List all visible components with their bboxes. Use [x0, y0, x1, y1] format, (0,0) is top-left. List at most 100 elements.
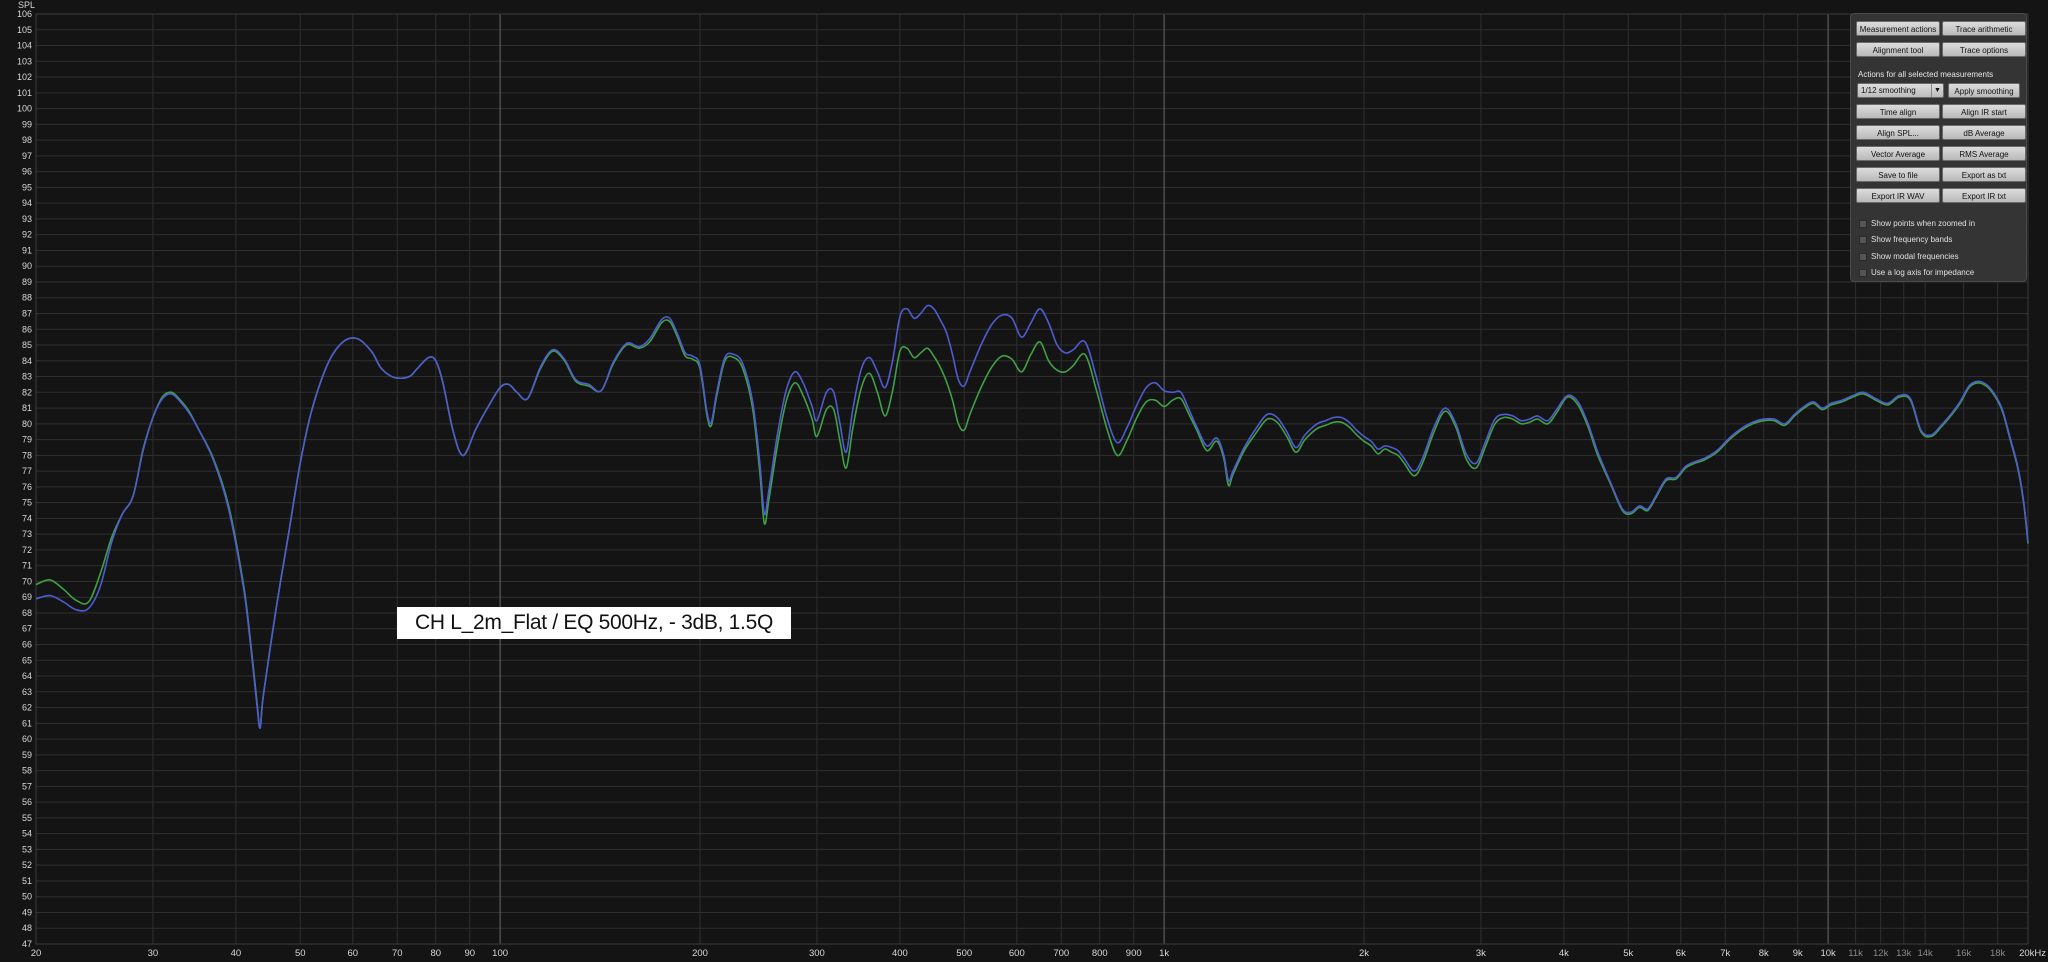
- y-tick-label: 48: [22, 923, 32, 933]
- x-tick-label: 11k: [1848, 948, 1863, 959]
- y-tick-label: 95: [22, 182, 32, 192]
- show-frequency-bands-label: Show frequency bands: [1871, 235, 1953, 244]
- x-tick-label: 600: [1009, 948, 1025, 959]
- export-as-txt-button[interactable]: Export as txt: [1942, 167, 2026, 182]
- y-axis-label: SPL: [18, 0, 35, 10]
- x-tick-label: 500: [956, 948, 972, 959]
- x-tick-label: 90: [464, 948, 475, 959]
- x-tick-label: 1k: [1159, 948, 1169, 959]
- x-tick-label: 18k: [1990, 948, 2006, 959]
- x-tick-label: 70: [392, 948, 403, 959]
- x-tick-label: 700: [1053, 948, 1069, 959]
- vector-average-button[interactable]: Vector Average: [1856, 146, 1940, 161]
- log-impedance-checkbox[interactable]: [1859, 269, 1867, 277]
- y-tick-label: 51: [22, 876, 32, 886]
- y-tick-label: 75: [22, 498, 32, 508]
- x-tick-label: 9k: [1793, 948, 1803, 959]
- smoothing-select[interactable]: 1/12 smoothing ▼: [1857, 83, 1944, 98]
- x-tick-label: 40: [231, 948, 242, 959]
- y-tick-label: 53: [22, 844, 32, 854]
- y-tick-label: 49: [22, 907, 32, 917]
- y-tick-label: 57: [22, 781, 32, 791]
- y-tick-label: 52: [22, 860, 32, 870]
- x-tick-label: 5k: [1623, 948, 1633, 959]
- y-tick-label: 106: [17, 9, 32, 19]
- show-modal-frequencies-checkbox[interactable]: [1859, 253, 1867, 261]
- log-impedance-label: Use a log axis for impedance: [1871, 268, 1975, 277]
- y-tick-label: 68: [22, 608, 32, 618]
- y-tick-label: 73: [22, 529, 32, 539]
- show-points-checkbox[interactable]: [1859, 220, 1867, 228]
- x-tick-label: 8k: [1759, 948, 1769, 959]
- y-tick-label: 100: [17, 104, 32, 114]
- y-tick-label: 67: [22, 624, 32, 634]
- y-tick-label: 93: [22, 214, 32, 224]
- chevron-down-icon[interactable]: ▼: [1931, 84, 1943, 97]
- measurement-actions-panel: Measurement actions Trace arithmetic Ali…: [1850, 13, 2027, 282]
- y-tick-label: 88: [22, 293, 32, 303]
- y-tick-label: 54: [22, 829, 32, 839]
- y-tick-label: 91: [22, 245, 32, 255]
- show-frequency-bands-checkbox[interactable]: [1859, 236, 1867, 244]
- y-tick-label: 58: [22, 766, 32, 776]
- alignment-tool-button[interactable]: Alignment tool: [1856, 42, 1940, 57]
- align-ir-start-button[interactable]: Align IR start: [1942, 104, 2026, 119]
- x-tick-label: 60: [348, 948, 359, 959]
- x-tick-label: 80: [430, 948, 441, 959]
- x-tick-label: 20: [31, 948, 42, 959]
- y-tick-label: 50: [22, 892, 32, 902]
- y-tick-label: 99: [22, 119, 32, 129]
- rms-average-button[interactable]: RMS Average: [1942, 146, 2026, 161]
- x-tick-label: 300: [809, 948, 825, 959]
- y-tick-label: 81: [22, 403, 32, 413]
- y-tick-label: 105: [17, 25, 32, 35]
- measurement-actions-button[interactable]: Measurement actions: [1856, 21, 1940, 36]
- y-tick-label: 80: [22, 419, 32, 429]
- x-tick-label: 6k: [1676, 948, 1686, 959]
- y-tick-label: 89: [22, 277, 32, 287]
- y-tick-label: 64: [22, 671, 32, 681]
- frequency-response-chart[interactable]: 4748495051525354555657585960616263646566…: [0, 0, 2048, 962]
- export-ir-txt-button[interactable]: Export IR txt: [1942, 188, 2026, 203]
- x-tick-label: 10k: [1820, 948, 1836, 959]
- y-tick-label: 63: [22, 687, 32, 697]
- align-spl-button[interactable]: Align SPL...: [1856, 125, 1940, 140]
- db-average-button[interactable]: dB Average: [1942, 125, 2026, 140]
- y-tick-label: 85: [22, 340, 32, 350]
- y-tick-label: 69: [22, 592, 32, 602]
- y-tick-label: 70: [22, 576, 32, 586]
- x-tick-label: 3k: [1476, 948, 1486, 959]
- y-tick-label: 77: [22, 466, 32, 476]
- trace-options-button[interactable]: Trace options: [1942, 42, 2026, 57]
- y-tick-label: 101: [17, 88, 32, 98]
- x-tick-label: 900: [1126, 948, 1142, 959]
- y-tick-label: 87: [22, 308, 32, 318]
- y-tick-label: 92: [22, 230, 32, 240]
- trace-arithmetic-button[interactable]: Trace arithmetic: [1942, 21, 2026, 36]
- x-tick-label: 4k: [1559, 948, 1569, 959]
- export-ir-wav-button[interactable]: Export IR WAV: [1856, 188, 1940, 203]
- y-tick-label: 61: [22, 718, 32, 728]
- x-tick-label: 16k: [1956, 948, 1972, 959]
- y-tick-label: 97: [22, 151, 32, 161]
- y-tick-label: 62: [22, 703, 32, 713]
- time-align-button[interactable]: Time align: [1856, 104, 1940, 119]
- y-tick-label: 56: [22, 797, 32, 807]
- y-tick-label: 60: [22, 734, 32, 744]
- x-tick-label: 7k: [1720, 948, 1730, 959]
- show-modal-frequencies-label: Show modal frequencies: [1871, 252, 1959, 261]
- y-tick-label: 102: [17, 72, 32, 82]
- x-tick-label: 400: [892, 948, 908, 959]
- y-tick-label: 103: [17, 56, 32, 66]
- save-to-file-button[interactable]: Save to file: [1856, 167, 1940, 182]
- x-tick-label: 14k: [1917, 948, 1933, 959]
- apply-smoothing-button[interactable]: Apply smoothing: [1948, 83, 2020, 98]
- x-tick-label: 50: [295, 948, 306, 959]
- x-tick-label: 12k: [1873, 948, 1889, 959]
- y-tick-label: 66: [22, 640, 32, 650]
- y-tick-label: 96: [22, 167, 32, 177]
- y-tick-label: 72: [22, 545, 32, 555]
- y-tick-label: 59: [22, 750, 32, 760]
- smoothing-value: 1/12 smoothing: [1861, 86, 1916, 95]
- x-tick-label: 13k: [1896, 948, 1912, 959]
